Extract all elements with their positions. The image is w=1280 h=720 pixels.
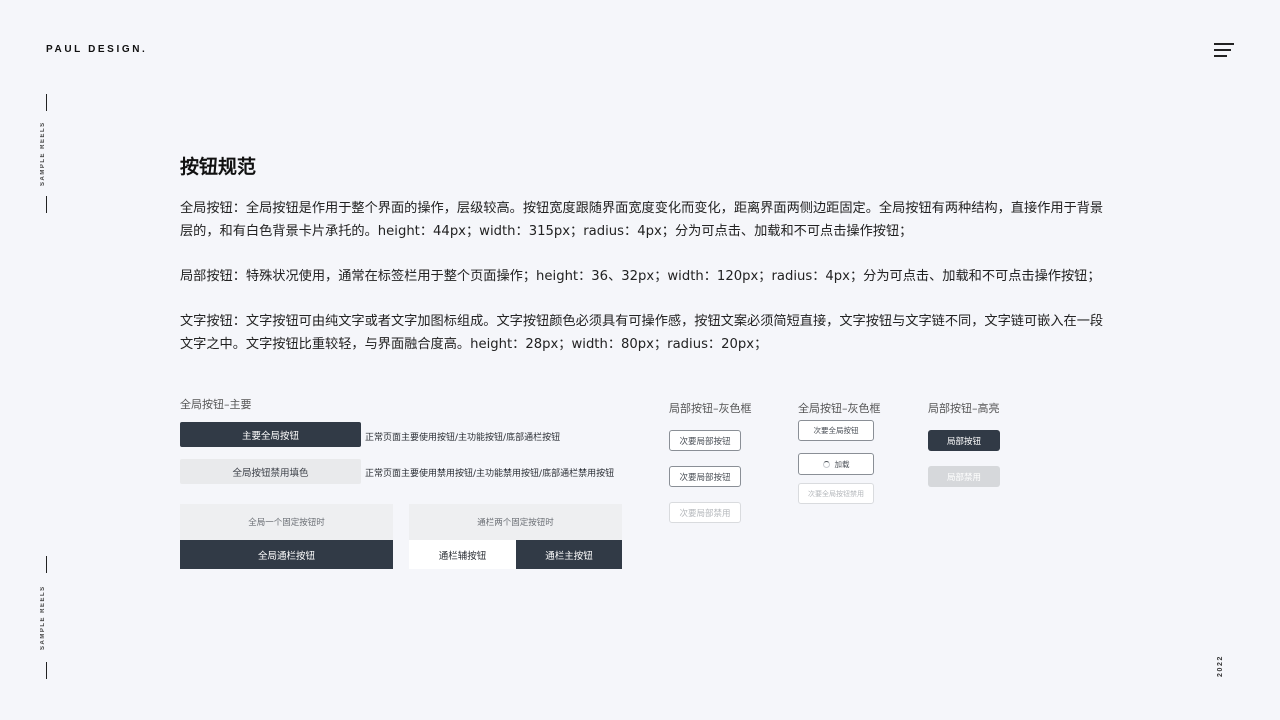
local-highlight-button[interactable]: 局部按钮 — [928, 430, 1000, 451]
paragraph-local-buttons: 局部按钮：特殊状况使用，通常在标签栏用于整个页面操作；height：36、32p… — [180, 269, 1101, 284]
bar-secondary-button[interactable]: 通栏辅按钮 — [409, 540, 516, 569]
secondary-local-button[interactable]: 次要局部按钮 — [669, 430, 741, 451]
fixed-two-caption: 通栏两个固定按钮时 — [409, 504, 622, 540]
page-title: 按钮规范 — [180, 156, 257, 178]
local-highlight-button-disabled[interactable]: 局部禁用 — [928, 466, 1000, 487]
primary-global-button[interactable]: 主要全局按钮 — [180, 422, 361, 447]
divider — [45, 94, 47, 111]
sidebar-text: SAMPLE REELS — [40, 121, 46, 187]
primary-button-note: 正常页面主要使用按钮/主功能按钮/底部通栏按钮 — [365, 433, 561, 443]
secondary-global-loading-button[interactable]: 加载 — [798, 453, 874, 475]
divider — [45, 556, 47, 573]
secondary-local-button-disabled[interactable]: 次要局部禁用 — [669, 502, 741, 523]
brand-logo-text: PAUL DESIGN. — [46, 44, 148, 55]
menu-icon[interactable] — [1214, 43, 1234, 57]
year-label: 2022 — [1217, 655, 1224, 677]
fixed-one-caption: 全局一个固定按钮时 — [180, 504, 393, 540]
secondary-global-button-disabled[interactable]: 次要全局按钮禁用 — [798, 483, 874, 504]
paragraph-text-buttons: 文字按钮：文字按钮可由纯文字或者文字加图标组成。文字按钮颜色必须具有可操作感，按… — [180, 314, 1104, 352]
section-label-local-gray: 局部按钮–灰色框 — [669, 402, 752, 415]
sidebar-text: SAMPLE REELS — [40, 585, 46, 651]
section-label-global-gray: 全局按钮–灰色框 — [798, 402, 881, 415]
section-label-local-highlight: 局部按钮–高亮 — [928, 402, 1000, 415]
loading-label: 加载 — [834, 459, 850, 469]
loading-spinner-icon — [822, 460, 830, 468]
divider — [45, 662, 47, 679]
disabled-global-button[interactable]: 全局按钮禁用填色 — [180, 459, 361, 484]
secondary-local-button-hover[interactable]: 次要局部按钮 — [669, 466, 741, 487]
divider — [45, 196, 47, 213]
section-label-global-primary: 全局按钮–主要 — [180, 398, 252, 411]
global-bar-button[interactable]: 全局通栏按钮 — [180, 540, 393, 569]
disabled-button-note: 正常页面主要使用禁用按钮/主功能禁用按钮/底部通栏禁用按钮 — [365, 469, 615, 479]
secondary-global-button[interactable]: 次要全局按钮 — [798, 420, 874, 441]
bar-primary-button[interactable]: 通栏主按钮 — [516, 540, 622, 569]
paragraph-global-buttons: 全局按钮：全局按钮是作用于整个界面的操作，层级较高。按钮宽度跟随界面宽度变化而变… — [180, 201, 1104, 239]
